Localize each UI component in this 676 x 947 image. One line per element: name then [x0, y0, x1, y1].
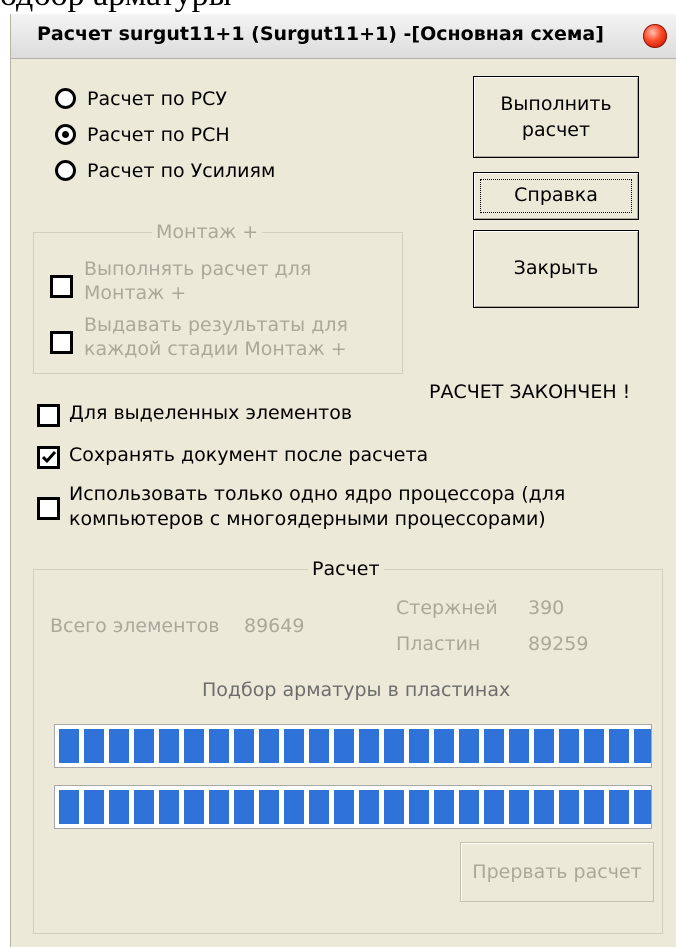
save-document-label: Сохранять документ после расчета — [69, 444, 429, 466]
radio-forces-label: Расчет по Усилиям — [87, 160, 276, 182]
progress-segment — [234, 729, 254, 763]
progress-segment — [84, 790, 104, 824]
progress-segment — [434, 790, 454, 824]
checkmark-icon — [42, 451, 56, 464]
progress-segment — [159, 729, 179, 763]
radio-rsu-label: Расчет по РСУ — [87, 88, 227, 110]
close-icon[interactable] — [643, 24, 667, 48]
run-button-line2: расчет — [521, 119, 591, 141]
save-document-check[interactable] — [37, 446, 60, 469]
progress-segment — [84, 729, 104, 763]
help-button-label: Справка — [514, 184, 598, 206]
progress-segment — [484, 729, 504, 763]
montage-stages-label-1: Выдавать результаты для — [84, 314, 348, 336]
single-core-check[interactable] — [37, 497, 60, 520]
run-calculation-button[interactable]: Выполнить расчет — [473, 76, 639, 158]
total-elements-value: 89649 — [244, 615, 305, 637]
rods-label: Стержней — [396, 597, 498, 619]
progress-segment — [559, 790, 579, 824]
montage-stages-label-2: каждой стадии Монтаж + — [84, 338, 347, 360]
close-button-label: Закрыть — [513, 257, 599, 279]
total-elements-label: Всего элементов — [50, 615, 220, 637]
progress-segment — [109, 790, 129, 824]
progress-segment — [334, 790, 354, 824]
progress-segment — [584, 729, 604, 763]
abort-button-label: Прервать расчет — [472, 861, 642, 883]
progress-segment — [134, 729, 154, 763]
progress-segment — [434, 729, 454, 763]
progress-segment — [384, 729, 404, 763]
progress-bar-2 — [54, 785, 652, 829]
status-text: РАСЧЕТ ЗАКОНЧЕН ! — [429, 381, 631, 403]
progress-segment — [634, 790, 651, 824]
progress-segment — [459, 729, 479, 763]
plates-label: Пластин — [396, 633, 481, 655]
progress-segment — [509, 729, 529, 763]
progress-segment — [284, 790, 304, 824]
progress-segment — [59, 729, 79, 763]
plates-value: 89259 — [528, 633, 589, 655]
selected-elements-check[interactable] — [37, 404, 60, 427]
montage-run-label-2: Монтаж + — [84, 282, 187, 304]
progress-segment — [109, 729, 129, 763]
run-button-line1: Выполнить — [500, 93, 612, 115]
progress-segment — [334, 729, 354, 763]
progress-segment — [484, 790, 504, 824]
progress-segment — [184, 729, 204, 763]
progress-segment — [584, 790, 604, 824]
montage-run-check[interactable] — [50, 275, 73, 298]
progress-segment — [209, 790, 229, 824]
progress-segment — [459, 790, 479, 824]
help-button[interactable]: Справка — [473, 172, 639, 220]
radio-rsn-circle[interactable] — [55, 124, 76, 145]
stage-text: Подбор арматуры в пластинах — [202, 679, 511, 701]
progress-segment — [259, 790, 279, 824]
progress-segment — [409, 790, 429, 824]
rods-value: 390 — [528, 597, 565, 619]
progress-bar-1 — [54, 724, 652, 768]
radio-rsn-label: Расчет по РСН — [87, 124, 230, 146]
progress-segment — [284, 729, 304, 763]
progress-segment — [634, 729, 651, 763]
progress-segment — [384, 790, 404, 824]
montage-legend: Монтаж + — [152, 221, 263, 243]
progress-segment — [184, 790, 204, 824]
calculation-dialog: Расчет surgut11+1 (Surgut11+1) -[Основна… — [10, 14, 676, 947]
abort-calculation-button[interactable]: Прервать расчет — [460, 842, 654, 902]
progress-segment — [309, 729, 329, 763]
montage-run-label-1: Выполнять расчет для — [84, 258, 312, 280]
progress-segment — [509, 790, 529, 824]
selected-elements-label: Для выделенных элементов — [69, 402, 353, 424]
progress-segment — [359, 790, 379, 824]
progress-segment — [259, 729, 279, 763]
progress-segment — [159, 790, 179, 824]
montage-group: Монтаж + Выполнять расчет для Монтаж + В… — [33, 221, 403, 374]
radio-rsu-circle[interactable] — [55, 88, 76, 109]
progress-segment — [609, 729, 629, 763]
progress-segment — [609, 790, 629, 824]
calc-group: Расчет Всего элементов 89649 Стержней 39… — [33, 558, 663, 934]
radio-forces-circle[interactable] — [55, 160, 76, 181]
title-bar[interactable]: Расчет surgut11+1 (Surgut11+1) -[Основна… — [11, 14, 676, 59]
progress-segment — [209, 729, 229, 763]
progress-segment — [234, 790, 254, 824]
window-title: Расчет surgut11+1 (Surgut11+1) -[Основна… — [37, 23, 604, 45]
progress-segment — [59, 790, 79, 824]
progress-segment — [359, 729, 379, 763]
single-core-label-1: Использовать только одно ядро процессора… — [69, 483, 566, 505]
progress-segment — [309, 790, 329, 824]
montage-stages-check[interactable] — [50, 331, 73, 354]
calc-legend: Расчет — [308, 558, 384, 580]
progress-segment — [134, 790, 154, 824]
background-caption-text: одбор арматуры — [0, 0, 231, 14]
progress-segment — [534, 790, 554, 824]
single-core-label-2: компьютеров с многоядерными процессорами… — [69, 508, 546, 530]
progress-segment — [534, 729, 554, 763]
progress-segment — [409, 729, 429, 763]
progress-segment — [559, 729, 579, 763]
close-button[interactable]: Закрыть — [473, 230, 639, 308]
